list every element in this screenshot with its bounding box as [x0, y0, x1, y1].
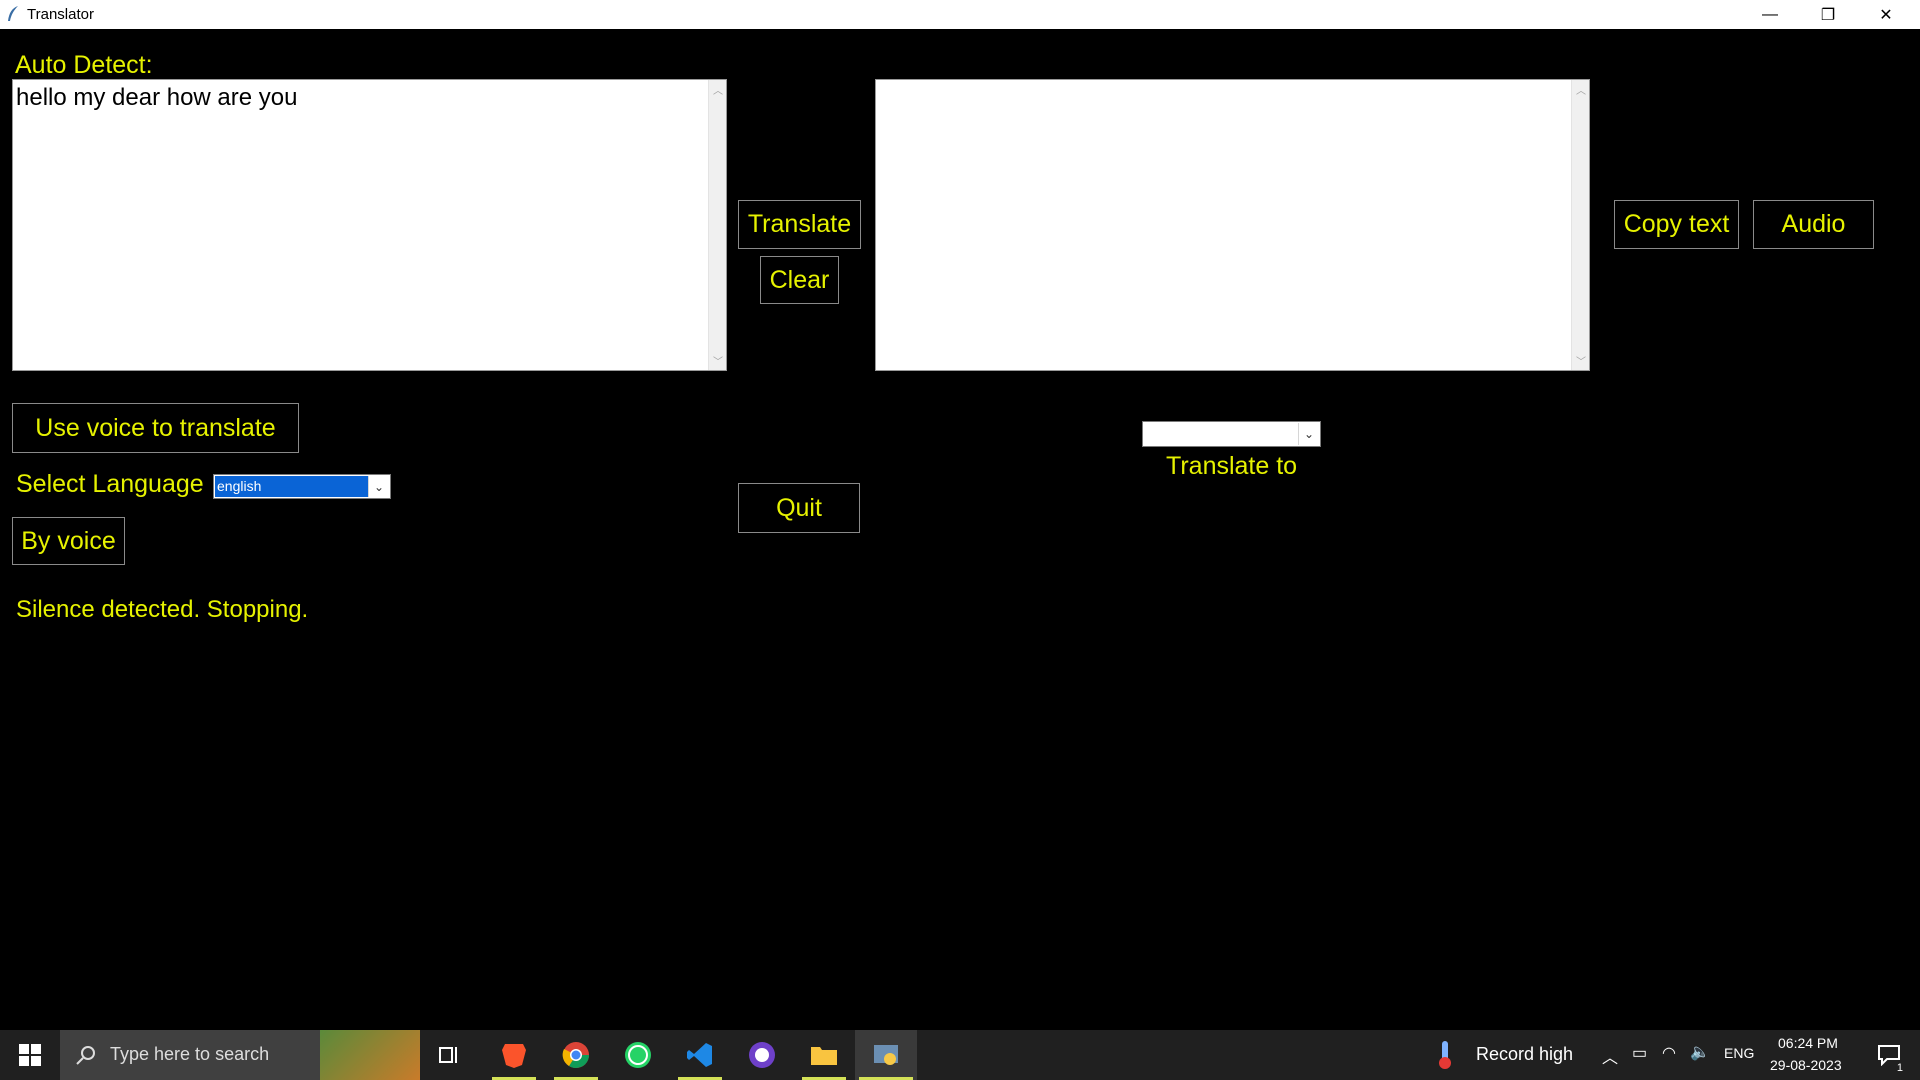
clear-button[interactable]: Clear	[760, 256, 839, 304]
search-placeholder: Type here to search	[110, 1044, 270, 1064]
close-button[interactable]: ✕	[1857, 0, 1915, 29]
close-icon: ✕	[1879, 6, 1893, 24]
minimize-icon: —	[1762, 5, 1778, 23]
audio-button[interactable]: Audio	[1753, 200, 1874, 249]
chrome-icon	[562, 1042, 590, 1069]
auto-detect-label: Auto Detect:	[15, 51, 153, 79]
brave-icon	[502, 1044, 526, 1068]
translate-to-label: Translate to	[1166, 452, 1298, 480]
copy-text-button[interactable]: Copy text	[1614, 200, 1739, 249]
search-highlight-image	[320, 1030, 420, 1080]
battery-icon[interactable]: ▭	[1632, 1043, 1647, 1063]
whatsapp-taskbar-button[interactable]	[612, 1030, 664, 1080]
windows-icon	[19, 1044, 41, 1066]
vscode-icon	[687, 1043, 712, 1067]
notifications-button[interactable]: 1	[1864, 1030, 1914, 1080]
github-desktop-taskbar-button[interactable]	[736, 1030, 788, 1080]
target-scrollbar[interactable]: ︿ ﹀	[1571, 80, 1589, 370]
whatsapp-icon	[625, 1042, 651, 1068]
chevron-down-icon[interactable]: ⌄	[368, 476, 389, 497]
clock-time[interactable]: 06:24 PM	[1778, 1035, 1838, 1051]
quit-button[interactable]: Quit	[738, 483, 860, 533]
target-language-select[interactable]: ⌄	[1142, 421, 1321, 447]
scroll-down-icon[interactable]: ﹀	[1572, 353, 1590, 368]
minimize-button[interactable]: —	[1741, 0, 1799, 29]
python-icon	[874, 1045, 898, 1065]
language-indicator[interactable]: ENG	[1724, 1045, 1754, 1061]
scroll-up-icon[interactable]: ︿	[709, 82, 727, 97]
start-button[interactable]	[0, 1030, 60, 1080]
status-text: Silence detected. Stopping.	[16, 596, 309, 623]
scroll-down-icon[interactable]: ﹀	[709, 353, 727, 368]
chevron-up-icon[interactable]: ︿	[1602, 1044, 1618, 1068]
language-select[interactable]: english ⌄	[213, 474, 391, 499]
translate-button[interactable]: Translate	[738, 200, 861, 249]
source-text[interactable]: hello my dear how are you	[16, 82, 704, 370]
clock-date[interactable]: 29-08-2023	[1770, 1057, 1842, 1073]
feather-icon	[8, 6, 18, 21]
source-textbox[interactable]: hello my dear how are you ︿ ﹀	[12, 79, 727, 371]
python-taskbar-button[interactable]	[855, 1030, 917, 1080]
search-icon	[76, 1046, 95, 1065]
target-text[interactable]	[879, 82, 1567, 370]
github-icon	[749, 1042, 775, 1068]
vscode-taskbar-button[interactable]	[674, 1030, 726, 1080]
file-explorer-taskbar-button[interactable]	[798, 1030, 850, 1080]
target-textbox[interactable]: ︿ ﹀	[875, 79, 1590, 371]
use-voice-button[interactable]: Use voice to translate	[12, 403, 299, 453]
task-view-button[interactable]	[425, 1030, 475, 1080]
restore-icon: ❐	[1820, 6, 1836, 24]
chevron-down-icon[interactable]: ⌄	[1298, 423, 1319, 445]
folder-icon	[811, 1047, 837, 1065]
weather-text[interactable]: Record high	[1476, 1044, 1573, 1065]
wifi-icon[interactable]: ◠	[1662, 1043, 1676, 1063]
brave-taskbar-button[interactable]	[488, 1030, 540, 1080]
window-title: Translator	[27, 6, 94, 23]
by-voice-button[interactable]: By voice	[12, 517, 125, 565]
source-scrollbar[interactable]: ︿ ﹀	[708, 80, 726, 370]
taskbar: Type here to search Record high ︿ ▭ ◠ 🔈 …	[0, 1030, 1920, 1080]
task-view-icon	[439, 1047, 457, 1063]
language-select-value: english	[215, 476, 368, 497]
weather-icon[interactable]	[1432, 1030, 1458, 1080]
target-language-value	[1144, 423, 1298, 445]
chrome-taskbar-button[interactable]	[550, 1030, 602, 1080]
scroll-up-icon[interactable]: ︿	[1572, 82, 1590, 97]
volume-icon[interactable]: 🔈	[1690, 1042, 1710, 1062]
title-bar: Translator — ❐ ✕	[0, 0, 1920, 29]
taskbar-search[interactable]: Type here to search	[60, 1030, 420, 1080]
maximize-button[interactable]: ❐	[1799, 0, 1857, 29]
translator-app: Auto Detect: hello my dear how are you ︿…	[0, 29, 1920, 1030]
notification-count: 1	[1893, 1062, 1906, 1074]
select-language-label: Select Language	[16, 470, 204, 498]
